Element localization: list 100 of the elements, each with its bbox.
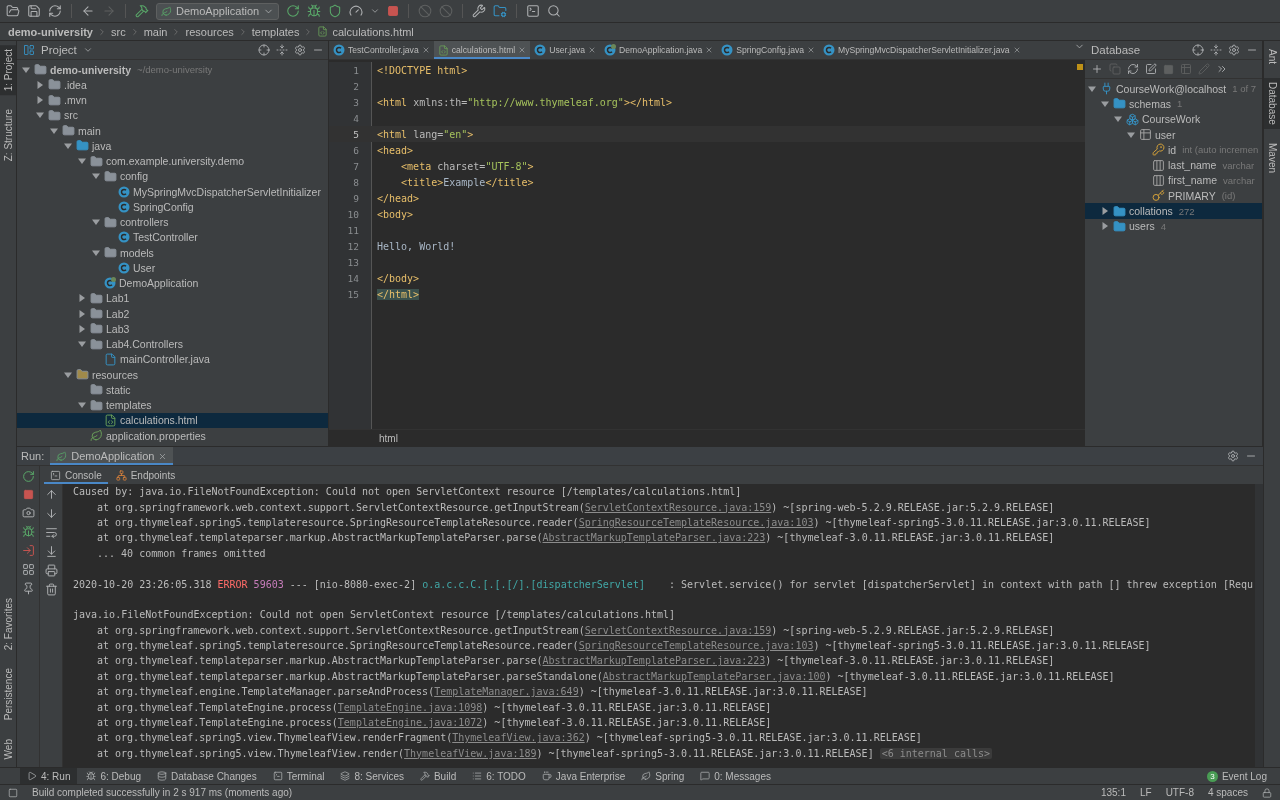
terminal-icon[interactable]: [526, 4, 541, 18]
tree-row[interactable]: User: [17, 260, 328, 276]
tree-row[interactable]: static: [17, 382, 328, 398]
tree-row[interactable]: collations 272: [1085, 203, 1262, 219]
tool-window-button[interactable]: Persistence: [0, 664, 16, 725]
tree-row[interactable]: mainController.java: [17, 351, 328, 367]
wrench-icon[interactable]: [472, 4, 487, 18]
breadcrumb[interactable]: demo-university: [8, 25, 93, 38]
expand-triangle-icon[interactable]: [36, 96, 44, 105]
tree-row[interactable]: .idea: [17, 77, 328, 93]
expand-triangle-icon[interactable]: [78, 324, 86, 333]
tree-row[interactable]: java: [17, 138, 328, 154]
lock-icon[interactable]: [1262, 787, 1272, 798]
close-icon[interactable]: [588, 46, 597, 54]
tool-window-button[interactable]: Build: [412, 768, 464, 784]
tool-window-button[interactable]: Database: [1264, 78, 1280, 129]
collapse-all-icon[interactable]: [1210, 44, 1222, 56]
editor-tab[interactable]: SpringConfig.java: [717, 41, 820, 59]
editor-tab[interactable]: DemoApplication.java: [600, 41, 718, 59]
close-icon[interactable]: [1012, 46, 1021, 54]
close-icon[interactable]: [518, 46, 527, 54]
run-tab[interactable]: DemoApplication: [50, 447, 174, 465]
collapse-triangle-icon[interactable]: [22, 65, 30, 74]
breadcrumb[interactable]: calculations.html: [332, 25, 414, 38]
expand-triangle-icon[interactable]: [1101, 222, 1109, 231]
settings-icon[interactable]: [1228, 44, 1240, 56]
tool-window-button[interactable]: Java Enterprise: [534, 768, 633, 784]
tree-row[interactable]: Lab3: [17, 321, 328, 337]
tree-row[interactable]: Lab2: [17, 306, 328, 322]
tool-window-button[interactable]: Z: Structure: [0, 105, 16, 166]
rerun-icon[interactable]: [21, 470, 35, 483]
tree-row[interactable]: main: [17, 123, 328, 139]
soft-wrap-icon[interactable]: [44, 526, 58, 539]
rerun-icon[interactable]: [286, 4, 301, 18]
caret-icon[interactable]: [370, 6, 381, 16]
tool-window-button[interactable]: 6: TODO: [465, 768, 533, 784]
coverage-icon[interactable]: [328, 4, 343, 18]
exit-icon[interactable]: [21, 544, 35, 557]
source-link[interactable]: AbstractMarkupTemplateParser.java:100: [602, 670, 826, 682]
scroll-to-end-icon[interactable]: [44, 545, 58, 558]
source-link[interactable]: AbstractMarkupTemplateParser.java:223: [542, 655, 766, 667]
trash-icon[interactable]: [44, 583, 58, 596]
collapse-triangle-icon[interactable]: [92, 172, 100, 181]
collapse-triangle-icon[interactable]: [1088, 84, 1096, 93]
source-link[interactable]: ServletContextResource.java:159: [584, 624, 772, 636]
tool-window-button[interactable]: Spring: [634, 768, 692, 784]
caret-icon[interactable]: [82, 45, 93, 55]
panel-title[interactable]: Project: [41, 44, 77, 56]
editor-tab[interactable]: calculations.html: [433, 41, 531, 59]
source-link[interactable]: ServletContextResource.java:159: [584, 501, 772, 513]
settings-icon[interactable]: [1227, 450, 1239, 462]
close-icon[interactable]: [421, 46, 430, 54]
editor-breadcrumb[interactable]: html: [379, 432, 398, 444]
source-link[interactable]: ThymeleafView.java:189: [404, 747, 537, 759]
tool-window-button[interactable]: Terminal: [265, 768, 332, 784]
tool-window-button[interactable]: Web: [0, 734, 16, 763]
tool-window-button[interactable]: 8: Services: [333, 768, 411, 784]
tree-row[interactable]: resources: [17, 367, 328, 383]
layout-icon[interactable]: [21, 563, 35, 576]
print-icon[interactable]: [44, 564, 58, 577]
collapse-triangle-icon[interactable]: [50, 126, 58, 135]
stop-icon[interactable]: [387, 5, 400, 17]
tree-row[interactable]: TestController: [17, 229, 328, 245]
tree-row[interactable]: Lab1: [17, 290, 328, 306]
stop-icon[interactable]: [22, 489, 34, 500]
collapse-triangle-icon[interactable]: [1114, 115, 1122, 124]
editor-tab[interactable]: User.java: [530, 41, 601, 59]
close-icon[interactable]: [705, 46, 714, 54]
tree-row[interactable]: models: [17, 245, 328, 261]
tool-window-button[interactable]: Ant: [1264, 45, 1280, 68]
tool-window-button[interactable]: Database Changes: [150, 768, 264, 784]
collapse-triangle-icon[interactable]: [92, 218, 100, 227]
save-icon[interactable]: [27, 4, 41, 18]
tree-row[interactable]: templates: [17, 397, 328, 413]
tree-row[interactable]: first_name varchar: [1085, 172, 1262, 189]
expand-triangle-icon[interactable]: [78, 309, 86, 318]
collapse-triangle-icon[interactable]: [92, 248, 100, 257]
debug-icon[interactable]: [307, 4, 322, 18]
tool-window-button[interactable]: 2: Favorites: [0, 594, 16, 655]
collapse-triangle-icon[interactable]: [78, 157, 86, 166]
edit-icon[interactable]: [1145, 63, 1157, 75]
breadcrumb[interactable]: templates: [251, 25, 300, 38]
tree-row[interactable]: calculations.html: [17, 412, 328, 428]
tree-row[interactable]: controllers: [17, 214, 328, 230]
close-icon[interactable]: [807, 46, 816, 54]
tree-row[interactable]: user: [1085, 126, 1262, 143]
tree-row[interactable]: src: [17, 107, 328, 123]
tree-row[interactable]: DemoApplication: [17, 275, 328, 291]
line-ending[interactable]: LF: [1139, 787, 1152, 798]
add-icon[interactable]: [1091, 63, 1103, 75]
debug-icon[interactable]: [21, 525, 35, 538]
more-icon[interactable]: [1216, 63, 1228, 75]
up-arrow-icon[interactable]: [44, 488, 58, 501]
console-tab[interactable]: Console: [44, 466, 108, 484]
profiler-icon[interactable]: [349, 4, 364, 18]
tree-row[interactable]: CourseWork: [1085, 111, 1262, 127]
locate-icon[interactable]: [258, 44, 270, 56]
refresh-icon[interactable]: [1127, 63, 1139, 75]
tree-row[interactable]: application.properties: [17, 428, 328, 444]
tree-row[interactable]: SpringConfig: [17, 199, 328, 215]
